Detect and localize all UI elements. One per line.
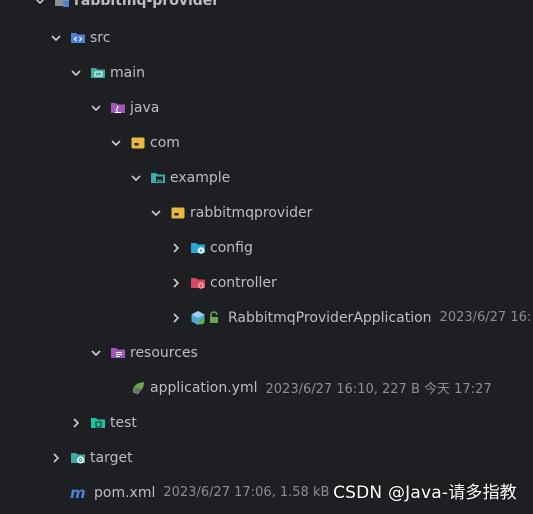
tree-row-main[interactable]: main bbox=[0, 55, 533, 90]
chevron-right-icon[interactable] bbox=[170, 277, 182, 289]
java-label: java bbox=[130, 99, 160, 116]
tree-row-target[interactable]: target bbox=[0, 440, 533, 475]
example-label: example bbox=[170, 169, 231, 186]
rabbitmqprovider-label: rabbitmqprovider bbox=[190, 204, 313, 221]
application-yml-label: application.yml bbox=[150, 379, 258, 396]
controller-label: controller bbox=[210, 274, 277, 291]
project-tree: rabbitmq-provider src main java com exam… bbox=[0, 0, 533, 514]
resources-label: resources bbox=[130, 344, 198, 361]
application-yml-meta: 2023/6/27 16:10, 227 B 今天 17:27 bbox=[265, 382, 492, 397]
controller-folder-icon bbox=[190, 275, 206, 291]
tree-row-example[interactable]: example bbox=[0, 160, 533, 195]
tree-row-com[interactable]: com bbox=[0, 125, 533, 160]
chevron-down-icon[interactable] bbox=[90, 102, 102, 114]
chevron-down-icon[interactable] bbox=[90, 347, 102, 359]
chevron-right-icon[interactable] bbox=[170, 312, 182, 324]
lock-icon bbox=[208, 310, 220, 326]
package-folder-icon bbox=[170, 205, 186, 221]
maven-icon: m bbox=[70, 485, 90, 501]
tree-row-rabbitmqprovider[interactable]: rabbitmqprovider bbox=[0, 195, 533, 230]
project-label: rabbitmq-provider bbox=[74, 0, 220, 9]
class-icon-group bbox=[190, 310, 228, 326]
tree-row-controller[interactable]: controller bbox=[0, 265, 533, 300]
application-class-meta: 2023/6/27 16: bbox=[439, 310, 532, 325]
tree-row-java[interactable]: java bbox=[0, 90, 533, 125]
resources-folder-icon bbox=[110, 345, 126, 361]
module-folder-icon bbox=[54, 0, 70, 9]
target-label: target bbox=[90, 449, 133, 466]
tree-row-application-yml[interactable]: application.yml 2023/6/27 16:10, 227 B 今… bbox=[0, 370, 533, 405]
chevron-down-icon[interactable] bbox=[130, 172, 142, 184]
chevron-down-icon[interactable] bbox=[150, 207, 162, 219]
chevron-down-icon[interactable] bbox=[50, 32, 62, 44]
chevron-down-icon[interactable] bbox=[110, 137, 122, 149]
src-label: src bbox=[90, 29, 111, 46]
config-label: config bbox=[210, 239, 253, 256]
spring-boot-class-icon bbox=[190, 310, 206, 326]
test-label: test bbox=[110, 414, 137, 431]
config-folder-icon bbox=[190, 240, 206, 256]
tree-row-test[interactable]: test bbox=[0, 405, 533, 440]
tree-row-src[interactable]: src bbox=[0, 20, 533, 55]
watermark: CSDN @Java-请多指教 bbox=[333, 483, 517, 503]
tree-row-config[interactable]: config bbox=[0, 230, 533, 265]
target-folder-icon bbox=[70, 450, 86, 466]
tree-row-resources[interactable]: resources bbox=[0, 335, 533, 370]
svg-text:m: m bbox=[70, 485, 86, 501]
image-package-folder-icon bbox=[150, 170, 166, 186]
source-folder-icon bbox=[70, 30, 86, 46]
package-folder-icon bbox=[130, 135, 146, 151]
pom-label: pom.xml bbox=[94, 484, 156, 501]
module-folder-icon bbox=[90, 65, 106, 81]
java-sources-folder-icon bbox=[110, 100, 126, 116]
pom-meta: 2023/6/27 17:06, 1.58 kB bbox=[163, 485, 330, 500]
main-label: main bbox=[110, 64, 145, 81]
application-class-label: RabbitmqProviderApplication bbox=[228, 309, 432, 326]
chevron-right-icon[interactable] bbox=[170, 242, 182, 254]
tree-row-application-class[interactable]: RabbitmqProviderApplication 2023/6/27 16… bbox=[0, 300, 533, 335]
chevron-right-icon[interactable] bbox=[70, 417, 82, 429]
chevron-down-icon[interactable] bbox=[34, 0, 46, 7]
tree-row-project[interactable]: rabbitmq-provider bbox=[0, 0, 533, 18]
chevron-right-icon[interactable] bbox=[50, 452, 62, 464]
com-label: com bbox=[150, 134, 180, 151]
spring-config-file-icon bbox=[130, 380, 146, 396]
chevron-down-icon[interactable] bbox=[70, 67, 82, 79]
test-folder-icon bbox=[90, 415, 106, 431]
